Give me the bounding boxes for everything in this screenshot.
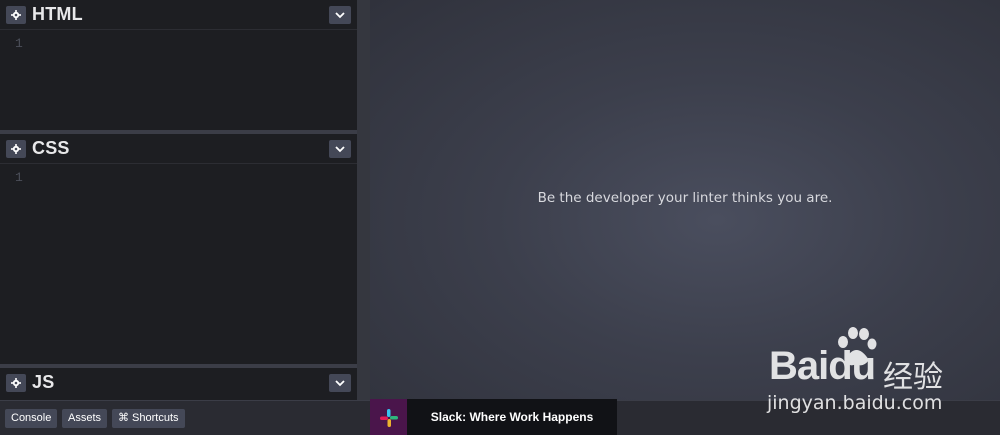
editor-preview-resizer[interactable] xyxy=(357,0,370,400)
gear-icon xyxy=(11,144,21,154)
assets-button[interactable]: Assets xyxy=(62,409,108,428)
css-editor-title: CSS xyxy=(32,138,70,158)
gear-icon xyxy=(11,10,21,20)
js-editor-header: JS xyxy=(0,368,357,398)
preview-text: Be the developer your linter thinks you … xyxy=(537,190,833,206)
css-collapse-button[interactable] xyxy=(329,140,351,158)
css-editor-header: CSS xyxy=(0,134,357,164)
sponsor-ad-text[interactable]: Slack: Where Work Happens xyxy=(407,399,617,435)
watermark-url: jingyan.baidu.com xyxy=(767,392,943,414)
js-editor-title: JS xyxy=(32,372,55,392)
chevron-down-icon xyxy=(335,145,345,152)
baidu-watermark: Baidu 经验 jingyan.baidu.com xyxy=(765,326,995,416)
console-button[interactable]: Console xyxy=(5,409,58,428)
shortcuts-button[interactable]: ⌘ Shortcuts xyxy=(112,409,185,428)
js-collapse-button[interactable] xyxy=(329,374,351,392)
html-editor-pane: HTML 1 xyxy=(0,0,357,130)
chevron-down-icon xyxy=(335,379,345,386)
chevron-down-icon xyxy=(335,11,345,18)
editor-column: HTML 1 CSS 1 JS xyxy=(0,0,357,400)
watermark-chinese: 经验 xyxy=(883,360,943,395)
js-settings-button[interactable] xyxy=(6,374,26,392)
html-editor-header: HTML xyxy=(0,0,357,30)
line-number: 1 xyxy=(15,36,23,51)
watermark-brand: Baidu xyxy=(769,344,876,388)
js-editor-pane: JS xyxy=(0,368,357,400)
gear-icon xyxy=(11,378,21,388)
line-number: 1 xyxy=(15,170,23,185)
html-settings-button[interactable] xyxy=(6,6,26,24)
css-settings-button[interactable] xyxy=(6,140,26,158)
slack-logo-icon xyxy=(370,399,407,435)
sponsor-ad[interactable]: Slack: Where Work Happens xyxy=(370,399,617,435)
css-editor-pane: CSS 1 xyxy=(0,134,357,364)
html-editor-title: HTML xyxy=(32,4,83,24)
html-collapse-button[interactable] xyxy=(329,6,351,24)
